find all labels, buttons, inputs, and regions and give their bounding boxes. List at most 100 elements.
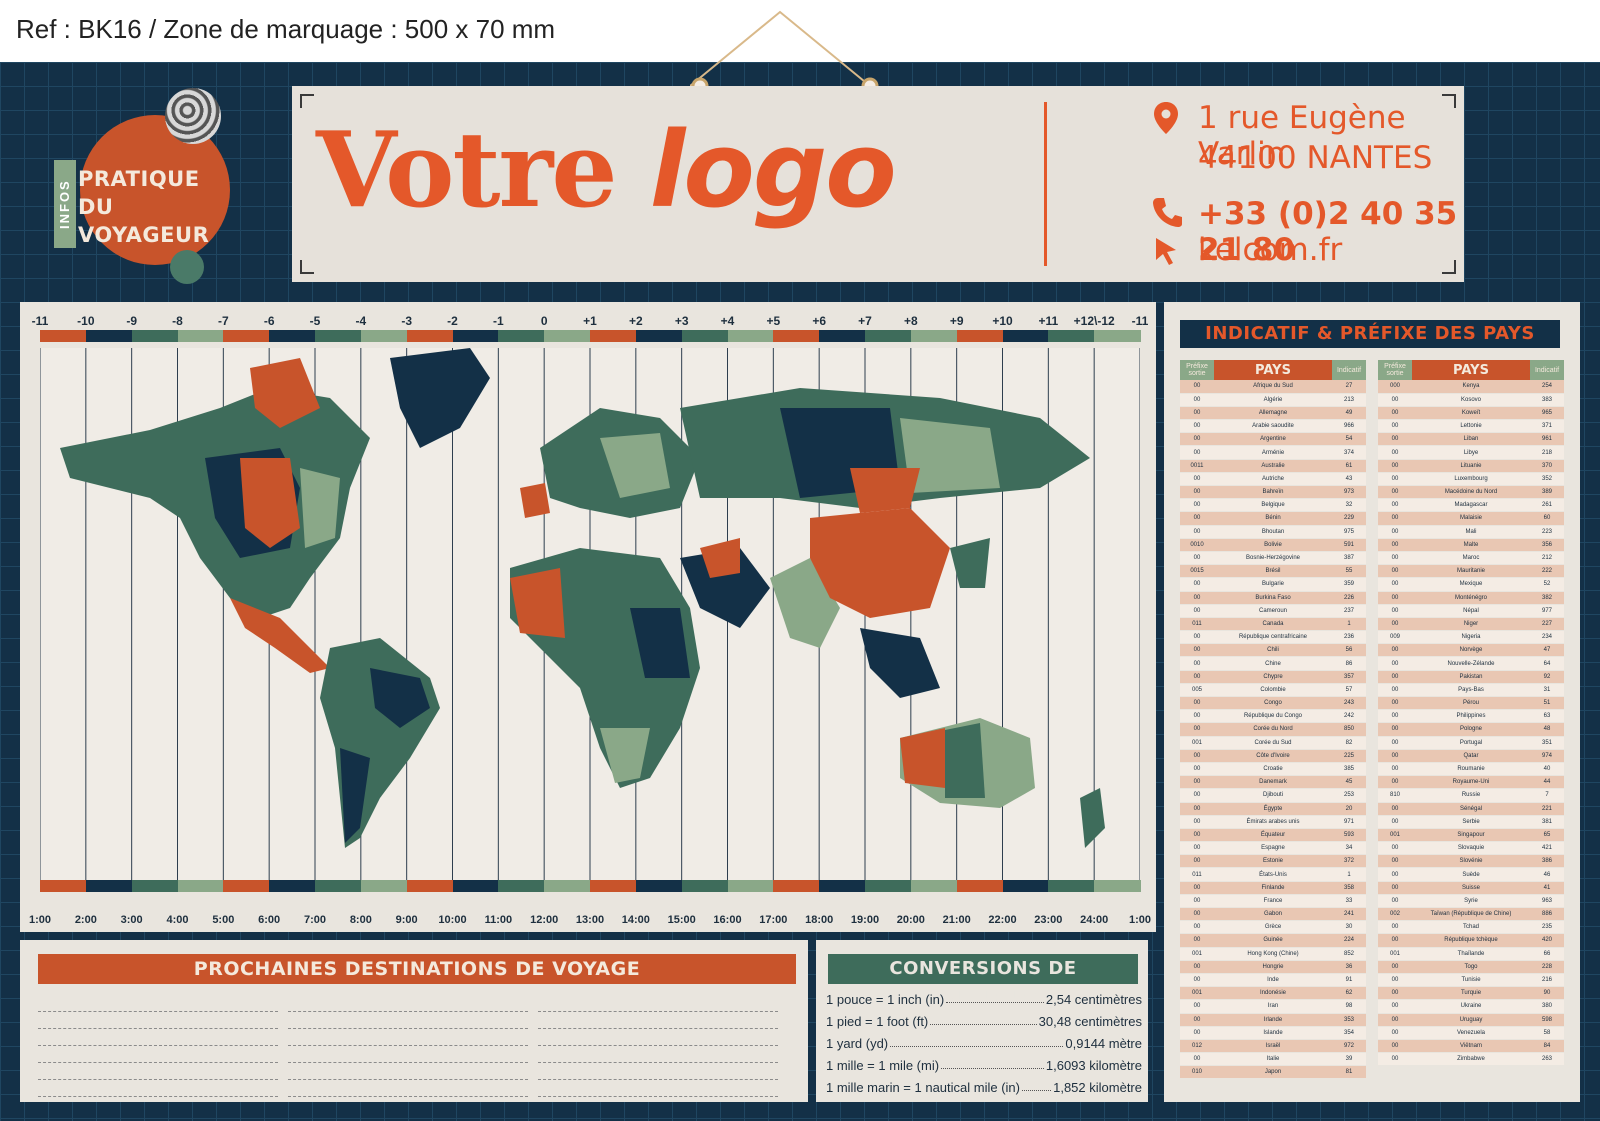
exit-prefix: 00: [1180, 696, 1214, 711]
country-name: Corée du Nord: [1214, 722, 1332, 737]
destinations-column-2[interactable]: [288, 996, 528, 1098]
country-row: 00 Bhoutan 975: [1180, 525, 1366, 539]
country-name: Chili: [1214, 643, 1332, 658]
country-row: 00 Portugal 351: [1378, 736, 1564, 750]
exit-prefix: 00: [1180, 485, 1214, 500]
dial-code: 850: [1332, 722, 1366, 737]
timezone-label: -7: [217, 314, 229, 328]
timezone-band: [223, 330, 271, 342]
exit-prefix: 00: [1180, 419, 1214, 434]
country-name: États-Unis: [1214, 867, 1332, 882]
country-row: 00 Pérou 51: [1378, 696, 1564, 711]
country-name: Niger: [1412, 617, 1530, 632]
dial-code: 852: [1332, 947, 1366, 961]
logo-word-1: Votre: [316, 108, 618, 231]
hour-label: 8:00: [349, 914, 372, 926]
country-name: Roumanie: [1412, 762, 1530, 777]
country-row: 00 Djibouti 253: [1180, 788, 1366, 803]
website: kelcom.fr: [1198, 232, 1343, 268]
exit-prefix: 00: [1378, 670, 1412, 684]
exit-prefix: 001: [1180, 947, 1214, 961]
timezone-label: -11: [31, 314, 49, 328]
dial-code: 62: [1332, 986, 1366, 1001]
country-row: 00 Algérie 213: [1180, 393, 1366, 407]
dial-code: 236: [1332, 630, 1366, 645]
country-name: Maroc: [1412, 551, 1530, 566]
timezone-band: [1002, 880, 1050, 892]
country-name: Mali: [1412, 525, 1530, 539]
logo-separator: [1044, 102, 1047, 266]
exit-prefix: 00: [1180, 933, 1214, 948]
timezone-band: [544, 330, 591, 342]
exit-prefix: 00: [1378, 472, 1412, 487]
country-name: République tchèque: [1412, 933, 1530, 948]
exit-prefix: 00: [1378, 564, 1412, 579]
country-row: 00 Côte d'Ivoire 225: [1180, 749, 1366, 763]
dial-code: 963: [1530, 894, 1564, 909]
exit-prefix: 00: [1378, 604, 1412, 618]
conversion-row: 1 mille marin = 1 nautical mile (in) 1,85…: [826, 1080, 1142, 1095]
exit-prefix: 001: [1180, 736, 1214, 750]
timezone-label: +10: [992, 314, 1013, 328]
country-name: Serbie: [1412, 815, 1530, 829]
dial-code: 223: [1530, 525, 1564, 539]
timezone-band: [315, 880, 362, 892]
country-name: Malaisie: [1412, 511, 1530, 526]
country-name: Togo: [1412, 960, 1530, 974]
destinations-column-1[interactable]: [38, 996, 278, 1098]
dial-code: 86: [1332, 656, 1366, 671]
exit-prefix: 00: [1378, 1052, 1412, 1067]
logo-word-2: logo: [649, 109, 897, 231]
country-row: 00 Chili 56: [1180, 643, 1366, 658]
country-row: 00 Malte 356: [1378, 538, 1564, 552]
exit-prefix: 00: [1378, 617, 1412, 632]
exit-prefix: 00: [1180, 472, 1214, 487]
exit-prefix: 00: [1180, 854, 1214, 869]
hour-labels: 1:00 2:00 3:00 4:00 5:00 6:00 7:00 8:00 9:00 10:0…: [29, 914, 1151, 930]
country-row: 00 Monténégro 382: [1378, 591, 1564, 605]
exit-prefix: 00: [1378, 722, 1412, 737]
country-name: Singapour: [1412, 828, 1530, 843]
country-row: 00 Bulgarie 359: [1180, 577, 1366, 592]
header-code: Indicatif: [1332, 360, 1366, 380]
dial-code: 1: [1332, 867, 1366, 882]
country-row: 00 Uruguay 598: [1378, 1013, 1564, 1027]
dial-code: 49: [1332, 406, 1366, 421]
exit-prefix: 00: [1180, 393, 1214, 407]
dial-code: 351: [1530, 736, 1564, 750]
hour-label: 16:00: [713, 914, 742, 926]
timezone-band: [590, 880, 637, 892]
exit-prefix: 00: [1180, 907, 1214, 922]
country-row: 001 Indonésie 62: [1180, 986, 1366, 1001]
exit-prefix: 00: [1180, 709, 1214, 724]
timezone-strip-bottom: [40, 880, 1141, 892]
country-row: 00 Iran 98: [1180, 999, 1366, 1014]
dial-code: 421: [1530, 841, 1564, 856]
exit-prefix: 001: [1180, 986, 1214, 1001]
conversion-row: 1 pied = 1 foot (ft) 30,48 centimètres: [826, 1014, 1142, 1029]
dial-code: 65: [1530, 828, 1564, 843]
world-map: [40, 348, 1140, 890]
country-name: Pakistan: [1412, 670, 1530, 684]
timezone-band: [406, 880, 454, 892]
country-name: Chine: [1214, 656, 1332, 671]
exit-prefix: 00: [1378, 762, 1412, 777]
region-west-africa: [510, 568, 565, 638]
country-name: Russie: [1412, 788, 1530, 803]
country-row: 00 Cameroun 237: [1180, 604, 1366, 618]
exit-prefix: 00: [1378, 683, 1412, 698]
country-name: Portugal: [1412, 736, 1530, 750]
country-name: Émirats arabes unis: [1214, 815, 1332, 829]
hour-label: 3:00: [120, 914, 143, 926]
country-row: 00 Grèce 30: [1180, 920, 1366, 935]
timezone-band: [910, 880, 958, 892]
dial-code: 63: [1530, 709, 1564, 724]
dial-code: 81: [1332, 1065, 1366, 1080]
timezone-band: [1048, 880, 1096, 892]
destinations-column-3[interactable]: [538, 996, 778, 1098]
exit-prefix: 00: [1180, 999, 1214, 1014]
conversion-row: 1 mille = 1 mile (mi) 1,6093 kilomètre: [826, 1058, 1142, 1073]
dial-code: 66: [1530, 947, 1564, 961]
country-name: Irlande: [1214, 1013, 1332, 1027]
exit-prefix: 810: [1378, 788, 1412, 803]
